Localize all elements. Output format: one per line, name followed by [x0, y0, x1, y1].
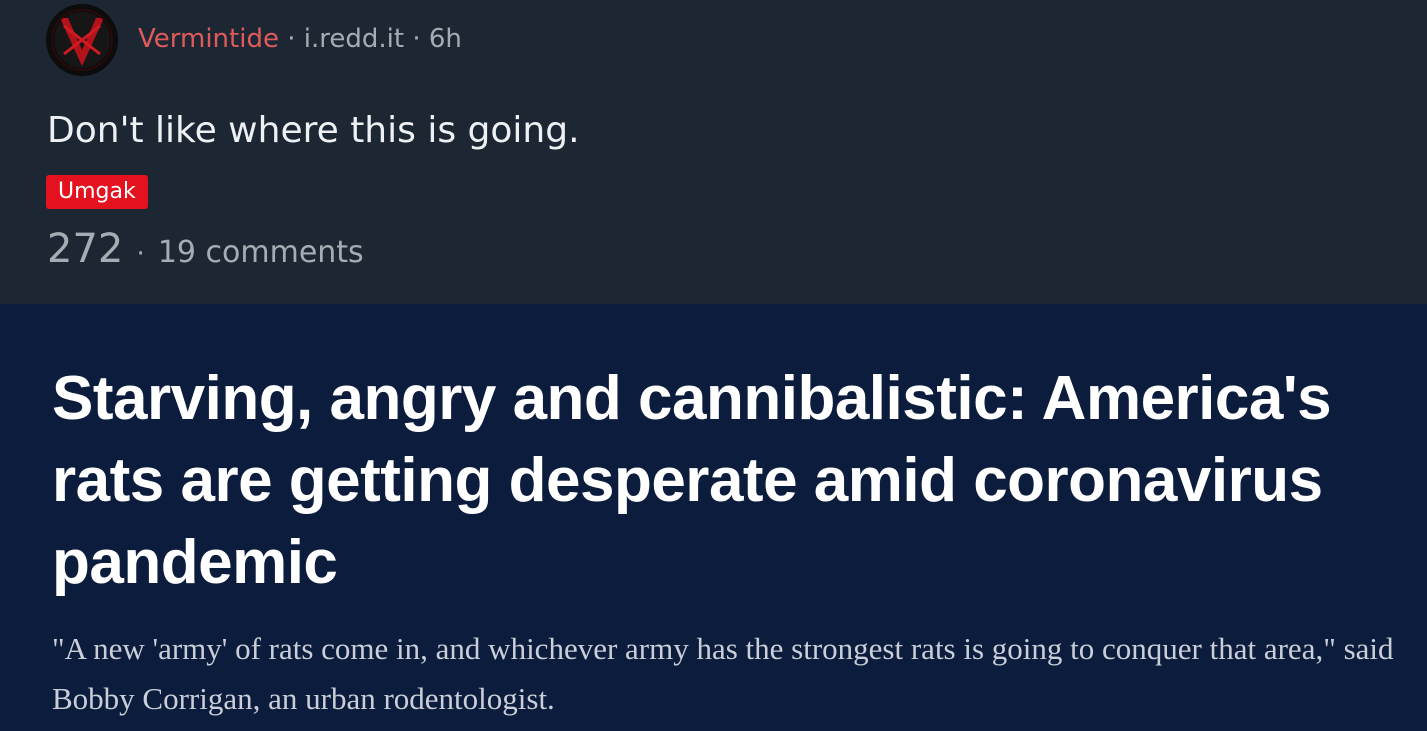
post-score: 272	[47, 226, 124, 272]
post-card[interactable]: Vermintide · i.redd.it · 6h Don't like w…	[0, 0, 1427, 304]
meta-separator: ·	[412, 24, 421, 54]
post-title[interactable]: Don't like where this is going.	[47, 110, 580, 151]
stats-separator: ·	[136, 239, 145, 269]
article-headline: Starving, angry and cannibalistic: Ameri…	[52, 364, 1332, 597]
meta-separator: ·	[287, 24, 296, 54]
post-age: 6h	[428, 24, 462, 54]
red-v-crossed-swords-icon	[46, 4, 118, 76]
author-link[interactable]: Vermintide	[138, 24, 279, 54]
article-dek: "A new 'army' of rats come in, and which…	[52, 631, 1394, 716]
post-image[interactable]: Starving, angry and cannibalistic: Ameri…	[0, 304, 1427, 731]
post-stats: 272 · 19 comments	[47, 226, 364, 272]
subreddit-avatar[interactable]	[46, 4, 118, 76]
post-meta: Vermintide · i.redd.it · 6h	[138, 24, 462, 54]
post-flair[interactable]: Umgak	[46, 175, 148, 209]
comments-link[interactable]: 19 comments	[158, 235, 364, 270]
post-domain[interactable]: i.redd.it	[304, 24, 404, 54]
